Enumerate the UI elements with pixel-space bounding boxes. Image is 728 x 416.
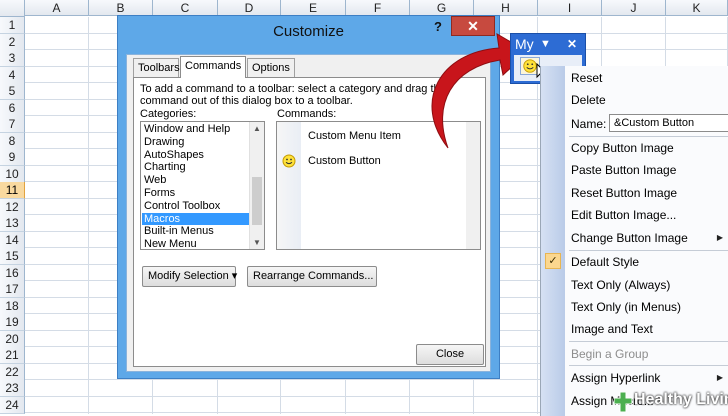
tab-commands[interactable]: Commands (180, 56, 246, 78)
menu-separator (569, 341, 728, 342)
name-label: Name: (571, 117, 607, 131)
menu-item-label: Text Only (Always) (571, 278, 671, 292)
menu-item-image-and-text[interactable]: Image and Text (541, 319, 728, 339)
name-input[interactable] (609, 114, 728, 132)
menu-item-default-style[interactable]: ✓ Default Style (541, 252, 728, 272)
menu-item-label: Default Style (571, 255, 640, 269)
menu-item-label: Paste Button Image (571, 163, 677, 177)
menu-item-label: Change Button Image (571, 231, 688, 245)
menu-separator (569, 250, 728, 251)
menu-item-edit-button-image[interactable]: Edit Button Image... (541, 205, 728, 225)
menu-item-assign-hyperlink[interactable]: Assign Hyperlink ▶ (541, 368, 728, 388)
menu-item-label: Reset (571, 71, 603, 85)
menu-item-label: Delete (571, 93, 606, 107)
menu-item-label: Reset Button Image (571, 186, 678, 200)
menu-item-label: Edit Button Image... (571, 208, 677, 222)
button-context-menu: Reset Delete Name: Copy Button Image Pas… (540, 66, 728, 416)
menu-item-delete[interactable]: Delete (541, 90, 728, 110)
menu-item-copy-button-image[interactable]: Copy Button Image (541, 138, 728, 158)
dropdown-icon[interactable]: ▼ (540, 38, 551, 50)
watermark-text: Healthy Living (634, 391, 728, 408)
menu-item-name: Name: (541, 114, 728, 134)
menu-separator (569, 136, 728, 137)
menu-item-label: Image and Text (571, 322, 653, 336)
menu-separator (569, 365, 728, 366)
menu-item-change-button-image[interactable]: Change Button Image ▶ (541, 228, 728, 248)
menu-item-text-only-menus[interactable]: Text Only (in Menus) (541, 297, 728, 317)
menu-item-reset[interactable]: Reset (541, 68, 728, 88)
menu-item-label: Begin a Group (571, 347, 649, 361)
menu-item-begin-group[interactable]: Begin a Group (541, 344, 728, 364)
menu-item-label: Text Only (in Menus) (571, 300, 682, 314)
menu-item-label: Copy Button Image (571, 141, 674, 155)
menu-item-label: Assign Hyperlink (571, 371, 661, 385)
cross-icon (614, 392, 632, 412)
toolbar-title: My (515, 36, 534, 52)
submenu-arrow-icon: ▶ (716, 373, 723, 382)
close-icon[interactable]: ✕ (567, 37, 577, 51)
check-icon: ✓ (545, 253, 561, 269)
menu-item-paste-button-image[interactable]: Paste Button Image (541, 160, 728, 180)
menu-item-text-only-always[interactable]: Text Only (Always) (541, 275, 728, 295)
menu-item-reset-button-image[interactable]: Reset Button Image (541, 183, 728, 203)
submenu-arrow-icon: ▶ (716, 233, 723, 242)
